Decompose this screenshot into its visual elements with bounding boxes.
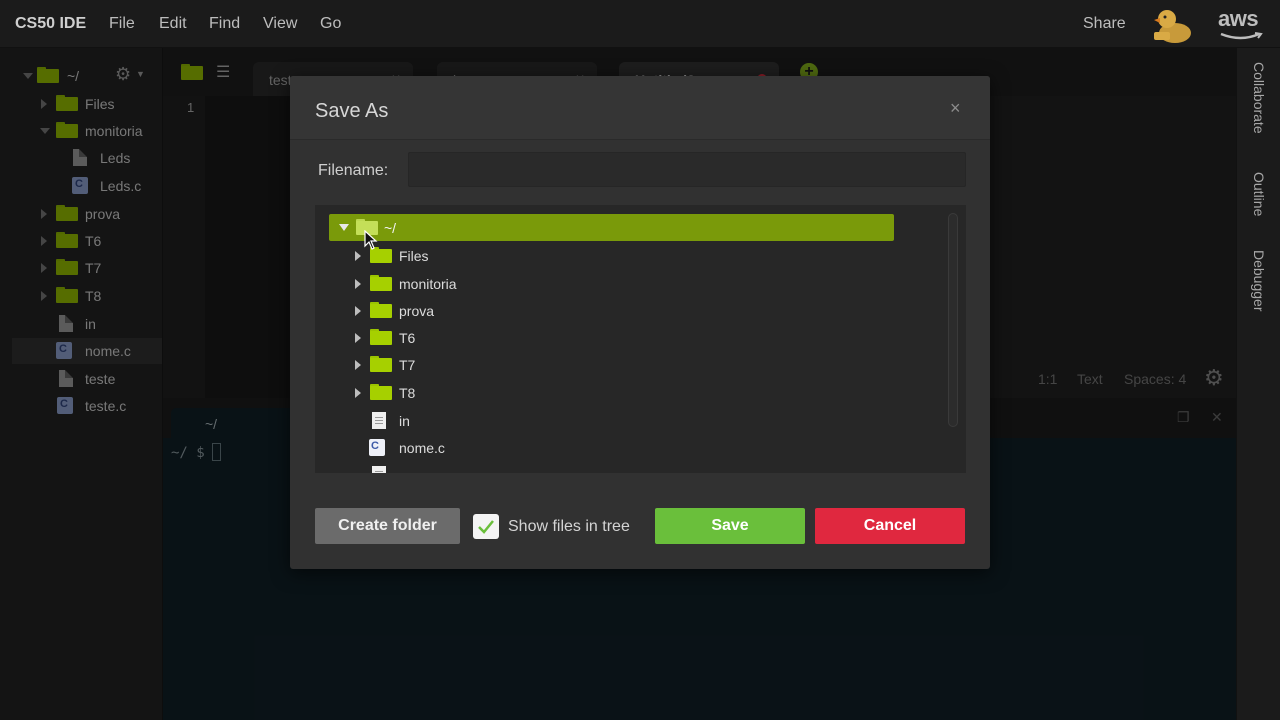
dialog-title: Save As bbox=[315, 100, 389, 122]
chevron-right-icon[interactable] bbox=[355, 306, 361, 316]
create-folder-button[interactable]: Create folder bbox=[315, 508, 460, 544]
aws-smile-icon bbox=[1220, 32, 1263, 40]
chevron-right-icon[interactable] bbox=[355, 333, 361, 343]
tree-item-files[interactable]: Files bbox=[329, 242, 894, 269]
show-files-checkbox[interactable] bbox=[473, 514, 499, 539]
tree-item-prova[interactable]: prova bbox=[329, 297, 894, 324]
right-panel: Collaborate Outline Debugger bbox=[1236, 48, 1280, 720]
tree-item-root[interactable]: ~/ bbox=[329, 214, 894, 241]
dialog-folder-tree: ~/ Files monitoria prova T6 T7 T8 in C n… bbox=[315, 205, 966, 473]
folder-icon bbox=[370, 356, 392, 372]
folder-icon bbox=[370, 329, 392, 345]
menu-file[interactable]: File bbox=[109, 15, 135, 33]
chevron-right-icon[interactable] bbox=[355, 360, 361, 370]
tree-item-t7[interactable]: T7 bbox=[329, 351, 894, 378]
menu-bar: CS50 IDE File Edit Find View Go Share aw… bbox=[0, 0, 1280, 48]
menu-edit[interactable]: Edit bbox=[159, 15, 187, 33]
duck-logo-icon[interactable] bbox=[1150, 6, 1192, 44]
aws-logo: aws bbox=[1218, 6, 1259, 31]
app-brand[interactable]: CS50 IDE bbox=[15, 15, 86, 33]
mouse-pointer-icon bbox=[364, 230, 378, 250]
save-button[interactable]: Save bbox=[655, 508, 805, 544]
menu-go[interactable]: Go bbox=[320, 15, 341, 33]
chevron-right-icon[interactable] bbox=[355, 388, 361, 398]
menu-view[interactable]: View bbox=[263, 15, 297, 33]
share-button[interactable]: Share bbox=[1083, 15, 1126, 33]
tree-item-t6[interactable]: T6 bbox=[329, 324, 894, 351]
folder-icon bbox=[370, 302, 392, 318]
filename-label: Filename: bbox=[318, 162, 389, 179]
file-icon bbox=[372, 466, 386, 473]
tree-item-nome-c[interactable]: nome.c bbox=[329, 434, 894, 461]
c-file-icon bbox=[369, 439, 385, 456]
save-as-dialog: Save As × Filename: ~/ Files monitoria p… bbox=[290, 76, 990, 569]
tree-item-partial bbox=[329, 461, 894, 473]
checkmark-icon bbox=[478, 520, 494, 534]
dialog-header: Save As × bbox=[290, 76, 990, 140]
chevron-down-icon[interactable] bbox=[339, 224, 349, 231]
folder-icon bbox=[370, 384, 392, 400]
tab-debugger[interactable]: Debugger bbox=[1251, 250, 1267, 312]
tree-item-in[interactable]: in bbox=[329, 407, 894, 434]
filename-input[interactable] bbox=[408, 152, 966, 187]
tree-scrollbar[interactable] bbox=[948, 213, 958, 427]
close-icon[interactable]: × bbox=[950, 98, 961, 119]
tab-outline[interactable]: Outline bbox=[1251, 172, 1267, 216]
tree-item-monitoria[interactable]: monitoria bbox=[329, 270, 894, 297]
show-files-label[interactable]: Show files in tree bbox=[508, 518, 630, 536]
menu-find[interactable]: Find bbox=[209, 15, 240, 33]
tab-collaborate[interactable]: Collaborate bbox=[1251, 62, 1267, 134]
chevron-right-icon[interactable] bbox=[355, 251, 361, 261]
chevron-right-icon[interactable] bbox=[355, 279, 361, 289]
folder-icon bbox=[370, 275, 392, 291]
cancel-button[interactable]: Cancel bbox=[815, 508, 965, 544]
file-icon bbox=[372, 412, 386, 429]
tree-item-t8[interactable]: T8 bbox=[329, 379, 894, 406]
